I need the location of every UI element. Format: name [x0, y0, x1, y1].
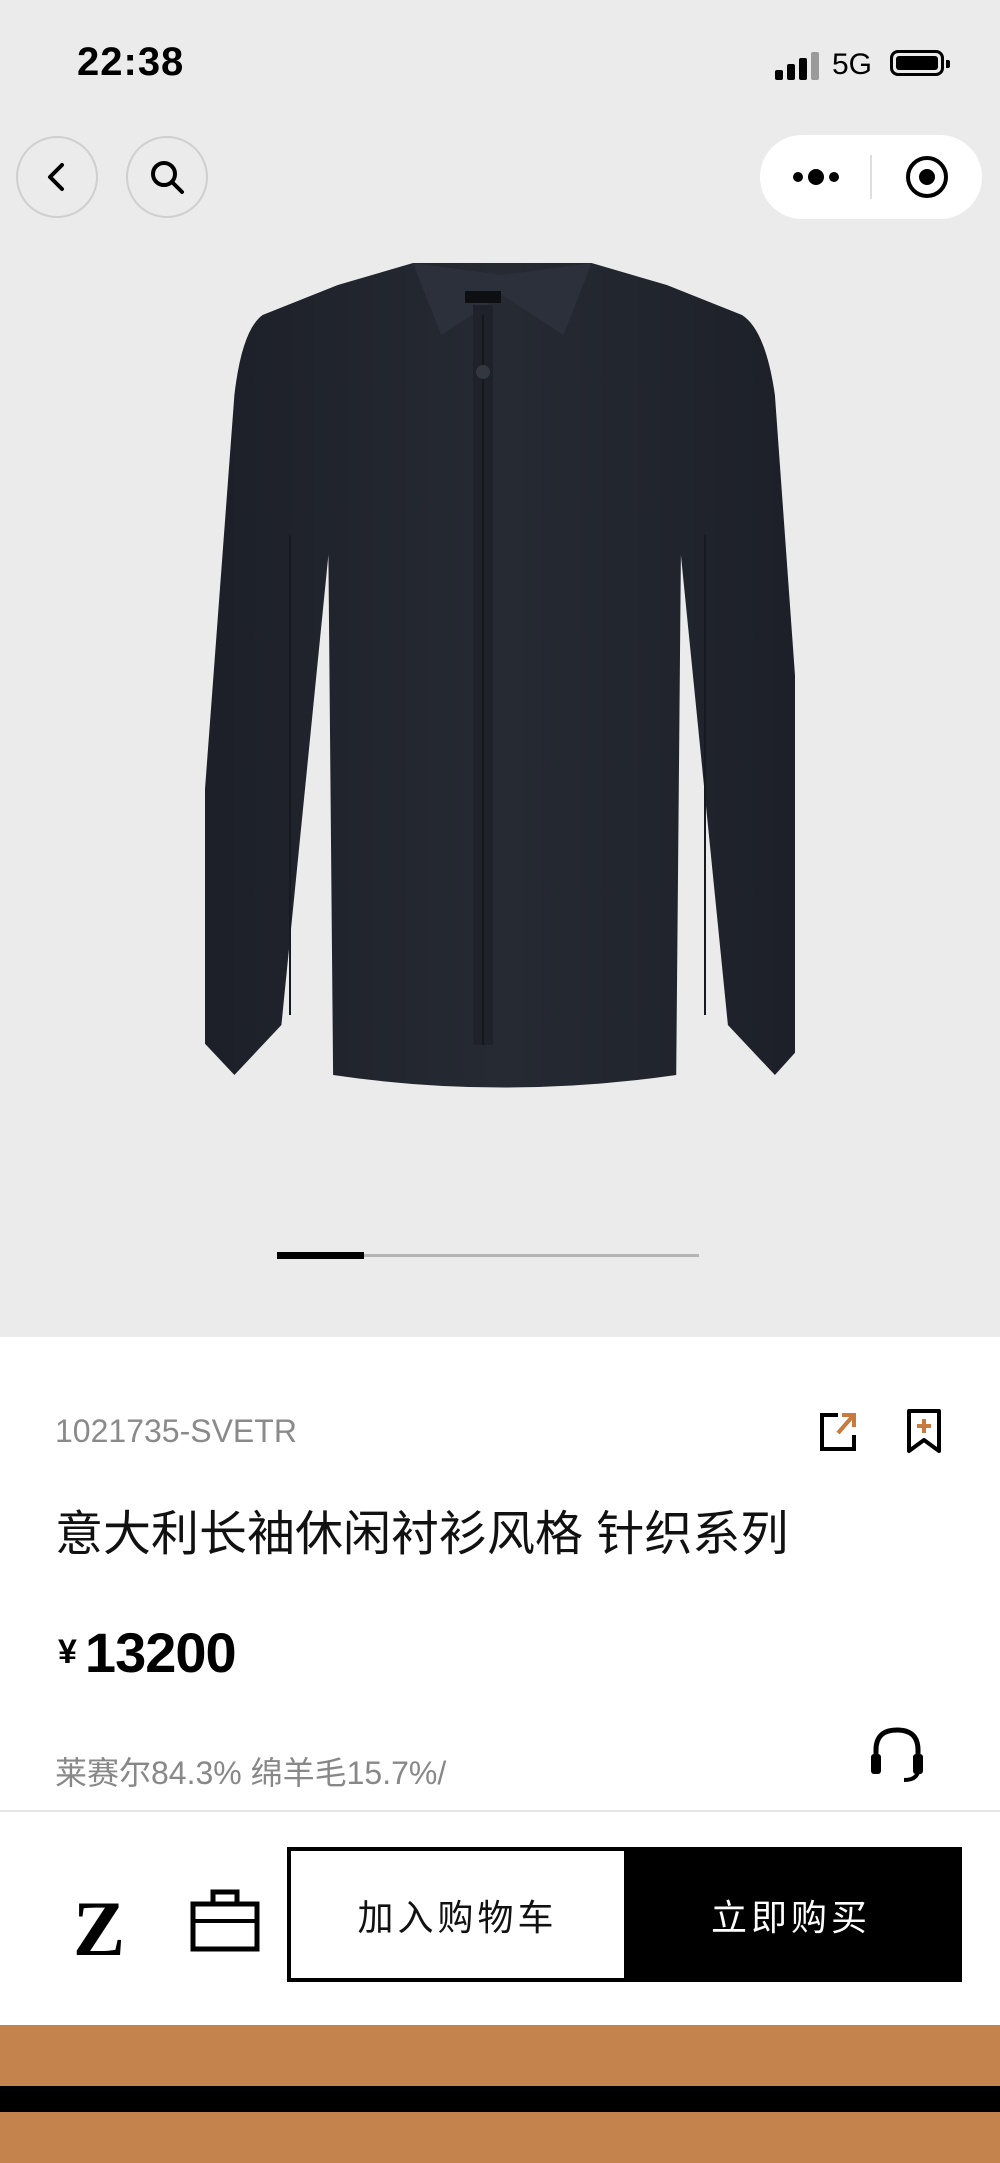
- bookmark-add-icon[interactable]: [906, 1408, 942, 1454]
- currency-symbol: ¥: [58, 1633, 77, 1671]
- product-material: 莱赛尔84.3% 绵羊毛15.7%/: [55, 1755, 447, 1791]
- network-label: 5G: [832, 48, 873, 81]
- gallery-progress-thumb: [277, 1252, 364, 1259]
- shopping-bag-icon[interactable]: [190, 1888, 260, 1952]
- more-dots-icon[interactable]: [790, 162, 842, 192]
- purchase-button-group: 加入购物车 立即购买: [287, 1847, 962, 1982]
- product-image-shirt[interactable]: [205, 255, 795, 1115]
- status-time: 22:38: [77, 40, 185, 84]
- status-bar: 22:38 5G: [0, 0, 1000, 130]
- buy-now-button[interactable]: 立即购买: [624, 1851, 958, 1978]
- mini-program-capsule: [760, 135, 982, 219]
- brand-stripe: [0, 2086, 1000, 2112]
- capsule-divider: [870, 155, 872, 199]
- search-icon: [151, 161, 184, 194]
- back-button[interactable]: [16, 136, 98, 218]
- product-sku: 1021735-SVETR: [55, 1413, 297, 1449]
- battery-icon: [890, 50, 950, 76]
- product-price: ¥13200: [58, 1620, 237, 1685]
- customer-service-headset-icon[interactable]: [868, 1724, 926, 1782]
- chevron-left-icon: [48, 163, 64, 191]
- product-title: 意大利长袖休闲衬衫风格 针织系列: [55, 1508, 789, 1561]
- price-amount: 13200: [84, 1621, 237, 1684]
- record-target-icon[interactable]: [904, 154, 950, 200]
- share-icon[interactable]: [818, 1409, 858, 1453]
- signal-icon: [775, 52, 819, 80]
- brand-home-button[interactable]: Z: [73, 1890, 125, 1968]
- add-to-cart-button[interactable]: 加入购物车: [291, 1851, 624, 1978]
- search-button[interactable]: [126, 136, 208, 218]
